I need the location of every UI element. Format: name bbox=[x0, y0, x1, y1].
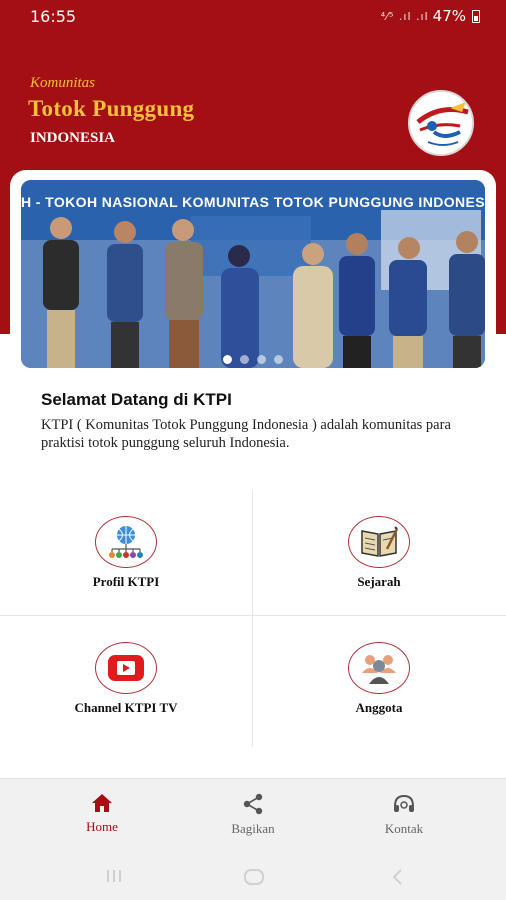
recent-apps-icon[interactable] bbox=[104, 868, 124, 884]
network-icon bbox=[95, 516, 157, 568]
header-title: Totok Punggung bbox=[28, 96, 195, 121]
members-icon bbox=[348, 642, 410, 694]
share-icon bbox=[243, 793, 263, 815]
nav-label: Home bbox=[86, 819, 118, 834]
menu-label: Anggota bbox=[355, 700, 403, 715]
menu-label: Channel KTPI TV bbox=[74, 700, 178, 715]
signal-icon: ⁴⁄⁵ .ıl .ıl bbox=[380, 9, 429, 23]
header-country: INDONESIA bbox=[30, 130, 116, 146]
carousel-dot[interactable] bbox=[223, 355, 232, 364]
headset-icon bbox=[394, 794, 414, 812]
nav-home[interactable]: Home bbox=[42, 793, 162, 835]
battery-icon bbox=[472, 9, 480, 23]
nav-label: Kontak bbox=[384, 821, 424, 836]
header-subtitle: Komunitas bbox=[30, 75, 96, 91]
battery-percent: 47% bbox=[432, 7, 466, 25]
youtube-icon bbox=[95, 642, 157, 694]
carousel-dots bbox=[21, 355, 485, 364]
ktpi-logo bbox=[408, 90, 474, 156]
menu-channel-ktpi-tv[interactable]: Channel KTPI TV bbox=[0, 616, 252, 741]
book-icon bbox=[348, 516, 410, 568]
back-icon[interactable] bbox=[390, 868, 404, 886]
menu-sejarah[interactable]: Sejarah bbox=[253, 490, 505, 615]
menu-label: Sejarah bbox=[357, 574, 401, 589]
menu-anggota[interactable]: Anggota bbox=[253, 616, 505, 741]
banner-carousel[interactable]: H - TOKOH NASIONAL KOMUNITAS TOTOK PUNGG… bbox=[21, 180, 485, 368]
carousel-dot[interactable] bbox=[240, 355, 249, 364]
nav-bagikan[interactable]: Bagikan bbox=[193, 793, 313, 837]
status-indicators: ⁴⁄⁵ .ıl .ıl 47% bbox=[381, 7, 480, 25]
carousel-dot[interactable] bbox=[257, 355, 266, 364]
menu-label: Profil KTPI bbox=[92, 574, 160, 589]
status-time: 16:55 bbox=[30, 7, 77, 26]
nav-label: Bagikan bbox=[231, 821, 275, 836]
status-bar: 16:55 ⁴⁄⁵ .ıl .ıl 47% bbox=[0, 0, 506, 34]
home-button-icon[interactable] bbox=[243, 868, 265, 886]
menu-grid: Profil KTPI Sejarah Channel KTPI TV Angg… bbox=[0, 490, 506, 746]
carousel-dot[interactable] bbox=[274, 355, 283, 364]
welcome-text: KTPI ( Komunitas Totok Punggung Indonesi… bbox=[41, 417, 451, 451]
nav-kontak[interactable]: Kontak bbox=[344, 793, 464, 837]
welcome-title: Selamat Datang di KTPI bbox=[41, 390, 232, 409]
home-icon bbox=[92, 794, 112, 812]
system-navigation-bar bbox=[0, 852, 506, 900]
banner-caption: H - TOKOH NASIONAL KOMUNITAS TOTOK PUNGG… bbox=[21, 194, 485, 210]
bottom-navigation: Home Bagikan Kontak bbox=[0, 778, 506, 852]
menu-profil-ktpi[interactable]: Profil KTPI bbox=[0, 490, 252, 615]
